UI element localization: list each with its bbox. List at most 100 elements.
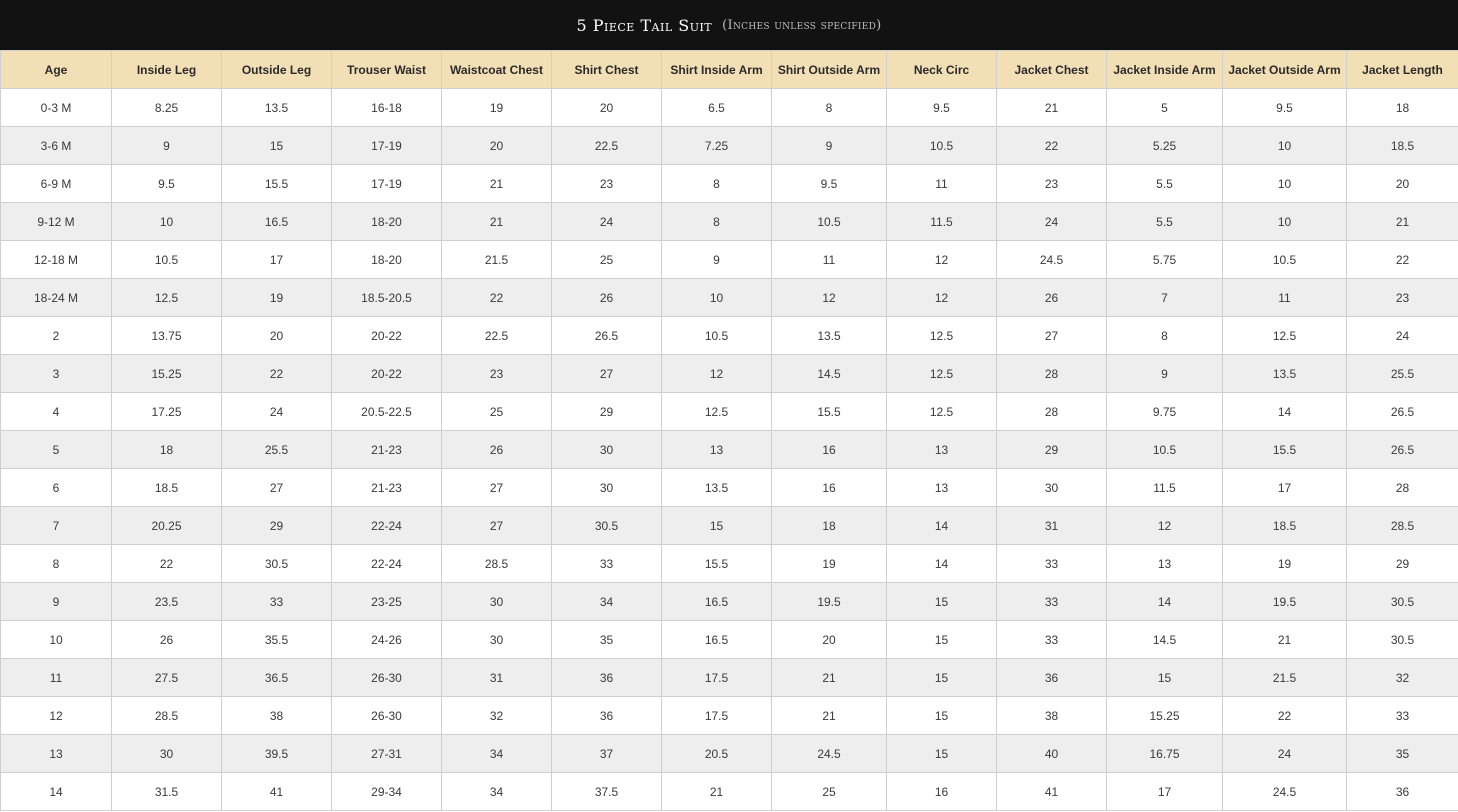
table-cell: 19 [1222, 544, 1347, 583]
table-cell: 36 [551, 658, 662, 697]
table-cell: 13 [0, 734, 112, 773]
table-cell: 16.5 [661, 620, 772, 659]
table-cell: 2 [0, 316, 112, 355]
table-cell: 35 [551, 620, 662, 659]
table-cell: 28 [1346, 468, 1458, 507]
column-header: Jacket Outside Arm [1222, 50, 1347, 89]
table-cell: 36 [551, 696, 662, 735]
table-cell: 10.5 [661, 316, 772, 355]
table-cell: 33 [551, 544, 662, 583]
table-cell: 32 [441, 696, 552, 735]
table-cell: 18.5 [1346, 126, 1458, 165]
table-cell: 31.5 [111, 772, 222, 811]
table-cell: 23 [996, 164, 1107, 203]
table-cell: 17.5 [661, 696, 772, 735]
table-cell: 19 [221, 278, 332, 317]
table-cell: 17 [1106, 772, 1223, 811]
table-cell: 28 [996, 392, 1107, 431]
table-cell: 41 [221, 772, 332, 811]
table-cell: 14 [0, 772, 112, 811]
table-cell: 16 [771, 468, 887, 507]
table-row: 5 18 25.5 21-23 26 30 13 16 13 29 10.5 15.5 26.5 [0, 430, 1458, 469]
table-cell: 20 [771, 620, 887, 659]
table-cell: 36 [996, 658, 1107, 697]
table-cell: 17.25 [111, 392, 222, 431]
table-cell: 8.25 [111, 88, 222, 127]
table-cell: 16-18 [331, 88, 442, 127]
table-cell: 33 [996, 582, 1107, 621]
table-cell: 34 [551, 582, 662, 621]
table-cell: 24 [1222, 734, 1347, 773]
table-row: 12 28.5 38 26-30 32 36 17.5 21 15 38 15.25 22 33 [0, 696, 1458, 735]
table-cell: 7.25 [661, 126, 772, 165]
table-cell: 24 [551, 202, 662, 241]
table-cell: 10 [661, 278, 772, 317]
table-cell: 23 [441, 354, 552, 393]
table-cell: 28.5 [441, 544, 552, 583]
table-row: 0-3 M 8.25 13.5 16-18 19 20 6.5 8 9.5 21 5 9.5 18 [0, 88, 1458, 127]
table-cell: 13 [886, 430, 997, 469]
table-cell: 20.5 [661, 734, 772, 773]
table-cell: 9 [661, 240, 772, 279]
table-row: 11 27.5 36.5 26-30 31 36 17.5 21 15 36 15 21.5 32 [0, 658, 1458, 697]
table-cell: 3 [0, 354, 112, 393]
table-cell: 6-9 M [0, 164, 112, 203]
table-row: 4 17.25 24 20.5-22.5 25 29 12.5 15.5 12.5 28 9.75 1… [0, 392, 1458, 431]
table-cell: 33 [996, 620, 1107, 659]
table-cell: 11 [1222, 278, 1347, 317]
table-cell: 17.5 [661, 658, 772, 697]
table-cell: 23 [1346, 278, 1458, 317]
table-cell: 8 [661, 202, 772, 241]
table-cell: 34 [441, 772, 552, 811]
table-cell: 28.5 [111, 696, 222, 735]
page-subtitle: (Inches unless specified) [722, 17, 882, 33]
table-cell: 14 [886, 506, 997, 545]
table-cell: 20-22 [331, 354, 442, 393]
table-cell: 30 [441, 620, 552, 659]
table-cell: 20 [441, 126, 552, 165]
table-cell: 24.5 [1222, 772, 1347, 811]
table-cell: 33 [221, 582, 332, 621]
column-header: Shirt Inside Arm [661, 50, 772, 89]
table-cell: 21.5 [441, 240, 552, 279]
table-row: 9-12 M 10 16.5 18-20 21 24 8 10.5 11.5 24 5.5 10 21 [0, 202, 1458, 241]
table-cell: 6 [0, 468, 112, 507]
table-cell: 36.5 [221, 658, 332, 697]
table-cell: 10 [0, 620, 112, 659]
table-cell: 26.5 [551, 316, 662, 355]
table-cell: 27 [441, 506, 552, 545]
table-cell: 13 [661, 430, 772, 469]
table-cell: 21 [771, 696, 887, 735]
column-header: Jacket Inside Arm [1106, 50, 1223, 89]
table-cell: 13 [1106, 544, 1223, 583]
table-cell: 24.5 [771, 734, 887, 773]
table-cell: 22 [1346, 240, 1458, 279]
table-cell: 16.5 [221, 202, 332, 241]
table-cell: 22 [221, 354, 332, 393]
table-cell: 18 [111, 430, 222, 469]
table-cell: 27-31 [331, 734, 442, 773]
table-cell: 14 [1106, 582, 1223, 621]
table-cell: 9.5 [771, 164, 887, 203]
table-cell: 12.5 [1222, 316, 1347, 355]
table-cell: 12.5 [886, 392, 997, 431]
table-cell: 27.5 [111, 658, 222, 697]
table-cell: 37.5 [551, 772, 662, 811]
table-row: 14 31.5 41 29-34 34 37.5 21 25 16 41 17 24.5 36 [0, 772, 1458, 811]
table-cell: 17 [1222, 468, 1347, 507]
table-cell: 15 [886, 696, 997, 735]
table-cell: 21-23 [331, 430, 442, 469]
table-cell: 12.5 [111, 278, 222, 317]
table-cell: 5 [0, 430, 112, 469]
table-cell: 10.5 [771, 202, 887, 241]
table-cell: 22 [441, 278, 552, 317]
table-cell: 23.5 [111, 582, 222, 621]
table-cell: 21 [441, 202, 552, 241]
table-cell: 20-22 [331, 316, 442, 355]
table-cell: 25 [441, 392, 552, 431]
table-cell: 14.5 [771, 354, 887, 393]
table-cell: 5.25 [1106, 126, 1223, 165]
table-cell: 40 [996, 734, 1107, 773]
table-cell: 36 [1346, 772, 1458, 811]
table-cell: 23 [551, 164, 662, 203]
